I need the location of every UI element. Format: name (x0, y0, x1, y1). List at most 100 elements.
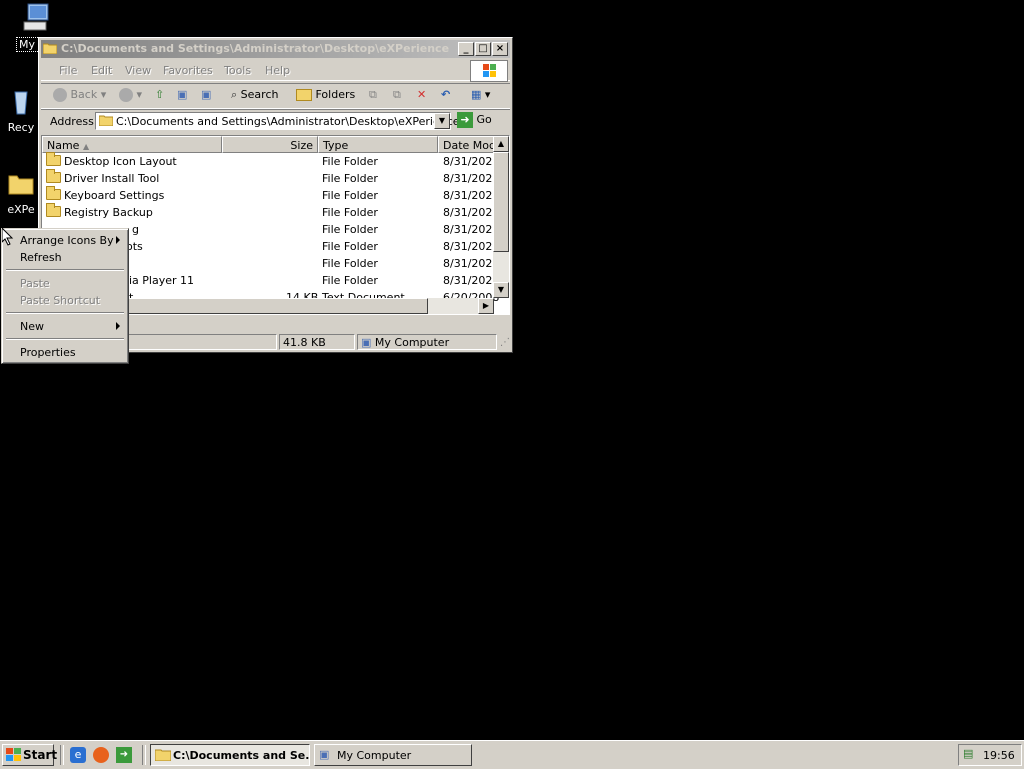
column-header-date[interactable]: Date Modif (438, 136, 494, 153)
minimize-button[interactable]: _ (458, 42, 474, 56)
menu-bar: File Edit View Favorites Tools Help (41, 60, 510, 81)
go-button[interactable]: ➜ Go (457, 112, 492, 128)
menu-view[interactable]: View (125, 64, 151, 77)
start-label: Start (23, 748, 58, 762)
file-date: 8/31/2023 (443, 274, 500, 287)
back-button[interactable]: Back ▾ (53, 88, 106, 102)
scroll-thumb[interactable] (493, 152, 509, 252)
menu-item-properties[interactable]: Properties (20, 346, 76, 359)
scroll-right-button[interactable]: ▶ (478, 298, 494, 314)
menu-item-new[interactable]: New (20, 320, 44, 333)
undo-icon[interactable]: ↶ (441, 88, 450, 101)
address-dropdown-button[interactable]: ▼ (434, 113, 450, 129)
column-header-name[interactable]: Name ▲ (42, 136, 222, 153)
close-button[interactable]: × (492, 42, 508, 56)
resize-grip-icon[interactable]: ⋰ (500, 337, 510, 348)
task-my-computer[interactable]: ▣ My Computer (314, 744, 472, 766)
move-to-icon[interactable]: ⧉ (369, 88, 377, 102)
menu-item-arrange-icons-by[interactable]: Arrange Icons By (20, 234, 114, 247)
menu-favorites[interactable]: Favorites (163, 64, 213, 77)
copy-to-icon[interactable]: ⧉ (393, 88, 401, 102)
media-player-icon[interactable] (93, 747, 109, 763)
clock[interactable]: 19:56 (983, 749, 1015, 762)
file-date: 8/31/2023 (443, 189, 500, 202)
views-icon: ▦ (471, 88, 482, 101)
folder-icon (154, 748, 172, 764)
status-zone: ▣ My Computer (357, 334, 497, 350)
maximize-button[interactable]: □ (475, 42, 491, 56)
start-button[interactable]: Start (2, 744, 58, 766)
table-row[interactable]: Registry Backup File Folder 8/31/2023 (42, 203, 499, 221)
file-name: Registry Backup (64, 206, 153, 219)
views-button[interactable]: ▦ ▾ (471, 88, 490, 101)
file-name: ia Player 11 (129, 274, 195, 287)
map-drive-icon[interactable]: ▣ (177, 88, 187, 101)
file-type: File Folder (322, 223, 378, 236)
column-header-type[interactable]: Type (318, 136, 438, 153)
vertical-scrollbar[interactable]: ▲ ▼ (493, 136, 509, 298)
menu-separator (6, 269, 124, 271)
menu-item-refresh[interactable]: Refresh (20, 251, 62, 264)
search-button[interactable]: ⌕ Search (231, 88, 278, 102)
menu-tools[interactable]: Tools (224, 64, 251, 77)
folder-icon (42, 42, 58, 55)
task-explorer-window[interactable]: C:\Documents and Se... (150, 744, 310, 766)
menu-item-paste-shortcut[interactable]: Paste Shortcut (20, 294, 100, 307)
file-type: File Folder (322, 206, 378, 219)
menu-help[interactable]: Help (265, 64, 290, 77)
table-row[interactable]: Desktop Icon Layout File Folder 8/31/202… (42, 152, 499, 170)
folder-icon (46, 152, 61, 166)
scroll-up-button[interactable]: ▲ (493, 136, 509, 152)
taskbar-divider (142, 745, 146, 765)
task-label: My Computer (337, 749, 412, 762)
my-computer-icon: ▣ (319, 748, 330, 761)
scroll-down-button[interactable]: ▼ (493, 282, 509, 298)
menu-separator (6, 338, 124, 340)
file-type: File Folder (322, 274, 378, 287)
title-bar[interactable]: C:\Documents and Settings\Administrator\… (41, 40, 510, 58)
table-row[interactable]: Keyboard Settings File Folder 8/31/2023 (42, 186, 499, 204)
file-date: 8/31/2023 (443, 172, 500, 185)
file-date: 8/31/2023 (443, 240, 500, 253)
quicklaunch-divider (60, 745, 64, 765)
file-type: File Folder (322, 155, 378, 168)
menu-edit[interactable]: Edit (91, 64, 112, 77)
folder-icon (46, 186, 61, 200)
folders-button[interactable]: Folders (296, 88, 355, 101)
column-header-size[interactable]: Size (222, 136, 318, 153)
windows-logo-icon (470, 60, 508, 82)
network-icon[interactable]: ▤ (963, 747, 973, 760)
file-type: File Folder (322, 172, 378, 185)
internet-explorer-icon[interactable]: e (70, 747, 86, 763)
menu-file[interactable]: File (59, 64, 77, 77)
file-type: File Folder (322, 240, 378, 253)
address-value: C:\Documents and Settings\Administrator\… (116, 115, 460, 128)
disconnect-drive-icon[interactable]: ▣ (201, 88, 211, 101)
recycle-bin-icon (14, 91, 28, 115)
task-label: C:\Documents and Se... (173, 749, 310, 762)
folder-icon (8, 175, 34, 195)
menu-separator (6, 312, 124, 314)
menu-item-paste[interactable]: Paste (20, 277, 50, 290)
table-row[interactable]: Driver Install Tool File Folder 8/31/202… (42, 169, 499, 187)
my-computer-icon (23, 3, 49, 31)
address-input[interactable]: C:\Documents and Settings\Administrator\… (95, 112, 460, 130)
my-computer-icon: ▣ (361, 336, 372, 349)
desktop-icon-label: eXPe (7, 203, 35, 216)
forward-button[interactable]: ▾ (119, 88, 142, 102)
up-folder-button[interactable]: ⇧ (155, 88, 164, 101)
go-arrow-icon: ➜ (457, 112, 473, 128)
file-name: Keyboard Settings (64, 189, 165, 202)
file-date: 8/31/2023 (443, 223, 500, 236)
file-name: Desktop Icon Layout (64, 155, 177, 168)
system-tray: ▤ 19:56 (958, 744, 1022, 766)
file-date: 8/31/2023 (443, 155, 500, 168)
status-size: 41.8 KB (279, 334, 355, 350)
file-date: 8/31/2023 (443, 257, 500, 270)
submenu-arrow-icon (116, 236, 120, 244)
delete-icon[interactable]: ✕ (417, 88, 426, 101)
show-desktop-icon[interactable]: ➜ (116, 747, 132, 763)
address-bar: Address C:\Documents and Settings\Admini… (41, 109, 510, 134)
folder-icon (46, 203, 61, 217)
desktop-context-menu: Arrange Icons By Refresh Paste Paste Sho… (1, 228, 129, 364)
